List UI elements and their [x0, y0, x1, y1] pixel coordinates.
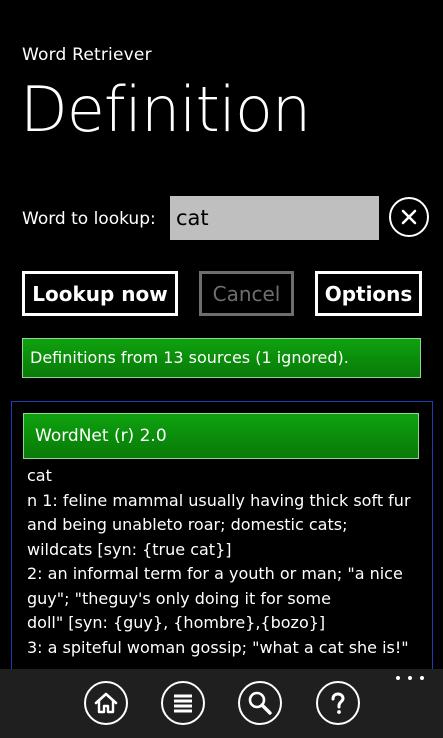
search-icon — [248, 691, 272, 715]
home-button[interactable] — [84, 681, 128, 725]
app-title: Word Retriever — [22, 45, 152, 65]
options-button[interactable]: Options — [315, 271, 422, 316]
page-title: Definition — [20, 73, 311, 146]
help-button[interactable] — [316, 681, 360, 725]
word-lookup-label: Word to lookup: — [22, 209, 156, 229]
close-icon — [401, 209, 417, 225]
list-button[interactable] — [161, 681, 205, 725]
more-icon[interactable] — [396, 672, 424, 684]
definition-text: cat n 1: feline mammal usually having th… — [27, 466, 411, 657]
app-bar — [0, 669, 443, 738]
cancel-button[interactable]: Cancel — [199, 271, 294, 316]
list-icon — [174, 694, 192, 713]
source-header: WordNet (r) 2.0 — [23, 413, 419, 459]
clear-button[interactable] — [389, 197, 429, 237]
home-icon — [94, 692, 118, 714]
results-panel[interactable]: WordNet (r) 2.0 cat n 1: feline mammal u… — [11, 401, 433, 681]
word-lookup-input[interactable] — [170, 196, 379, 240]
lookup-now-button[interactable]: Lookup now — [22, 271, 178, 316]
status-banner: Definitions from 13 sources (1 ignored). — [22, 338, 421, 378]
help-icon — [331, 692, 345, 714]
search-button[interactable] — [238, 681, 282, 725]
